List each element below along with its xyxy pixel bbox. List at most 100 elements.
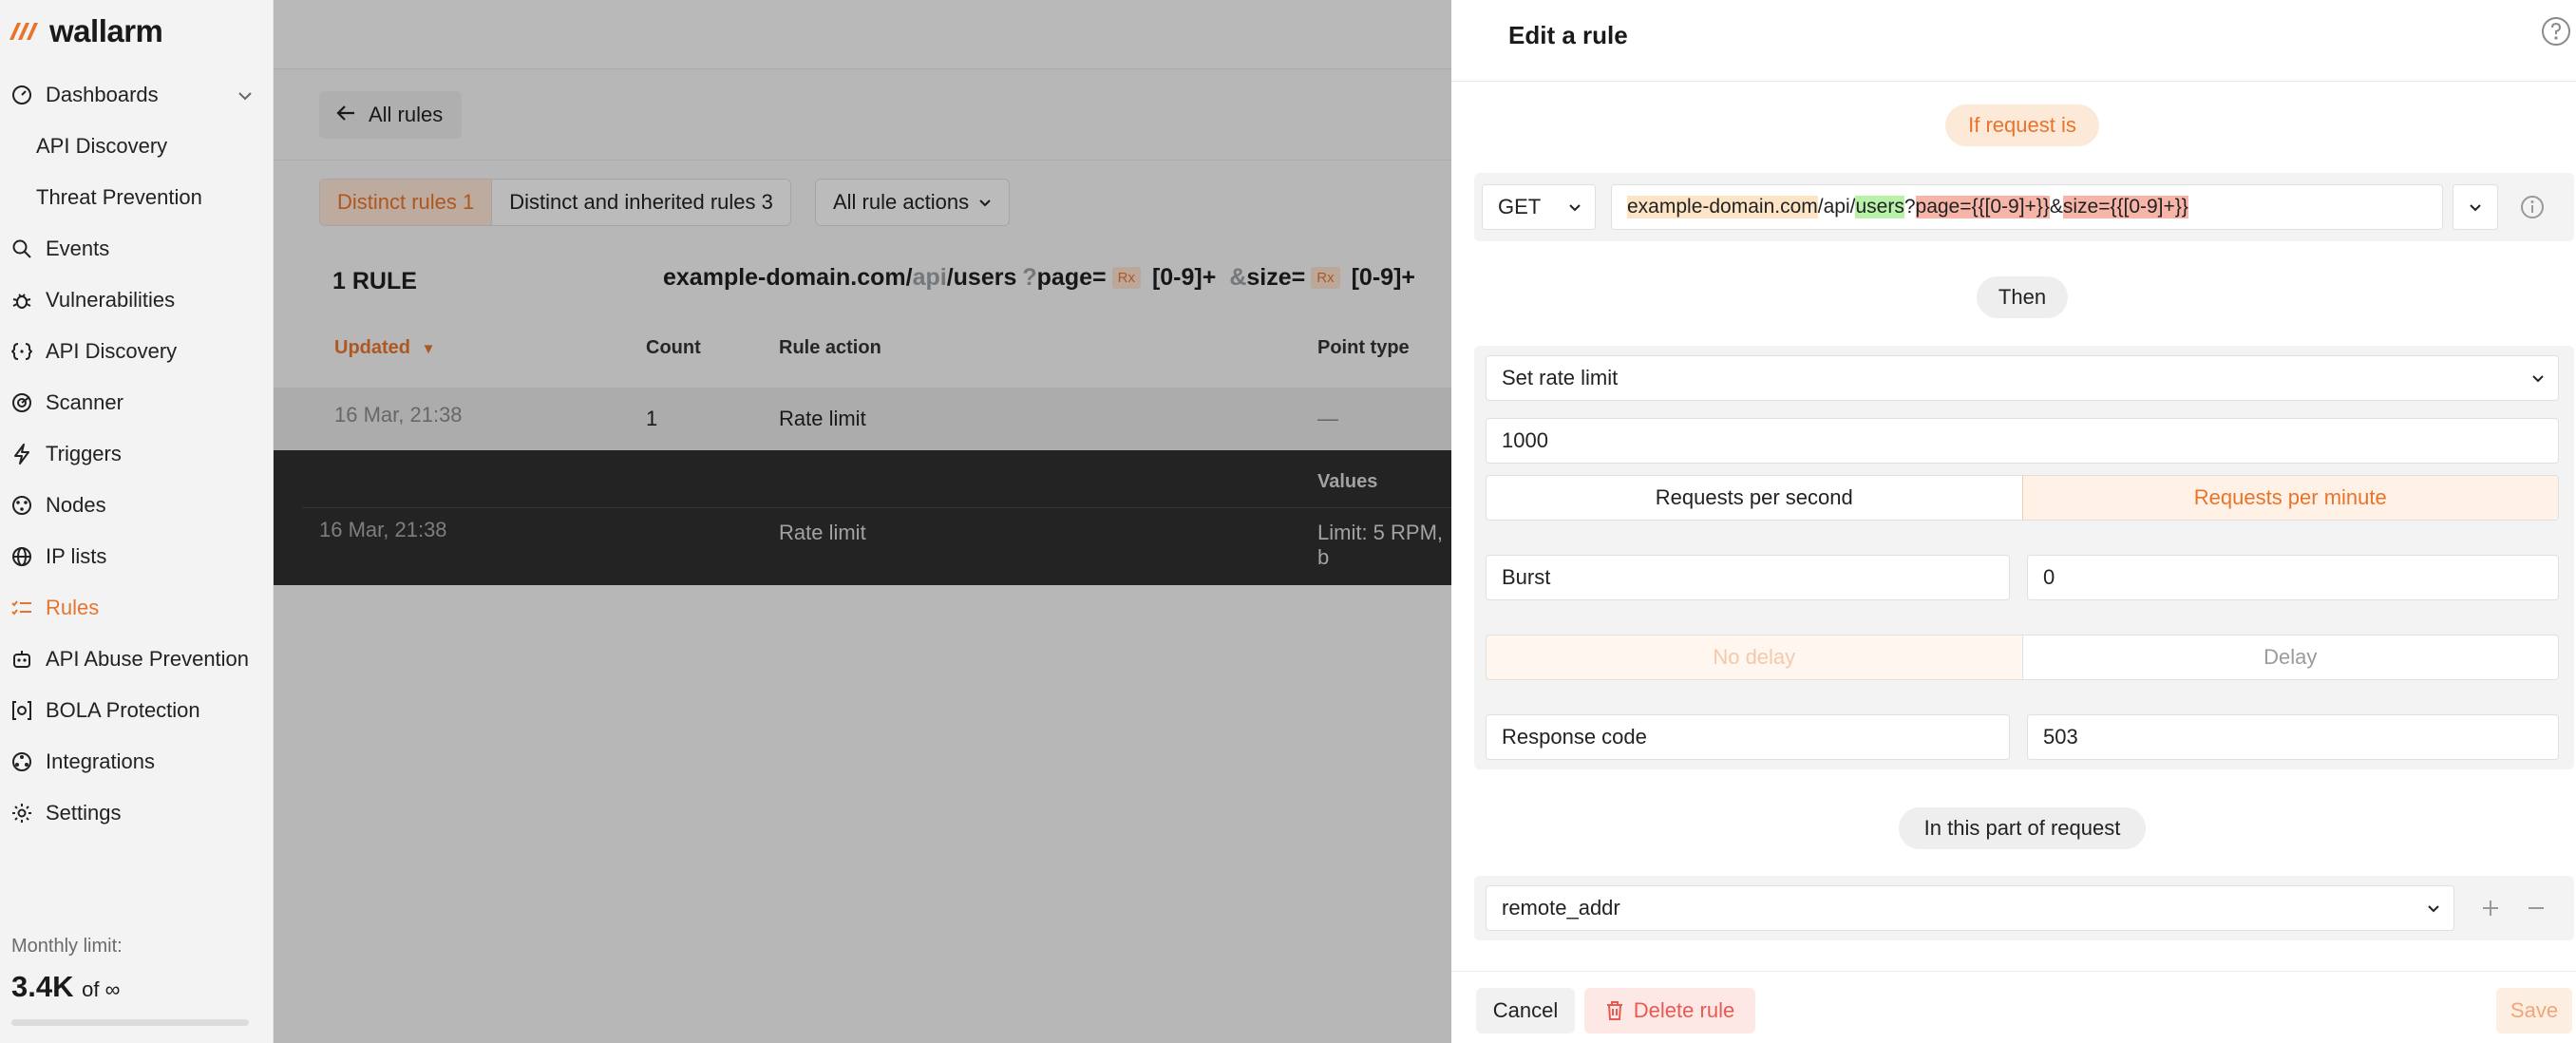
cancel-button[interactable]: Cancel xyxy=(1476,988,1575,1034)
rule-count: 1 RULE xyxy=(332,268,417,294)
sidebar-item-label: Vulnerabilities xyxy=(46,288,176,312)
url-amp: & xyxy=(2049,196,2063,218)
url-path: /api/ xyxy=(1817,196,1856,218)
point-value: remote_addr xyxy=(1502,896,1620,920)
integrations-icon xyxy=(9,749,34,774)
no-delay-option[interactable]: No delay xyxy=(1487,635,2022,679)
request-point-block: remote_addr xyxy=(1474,876,2574,940)
requests-per-second-option[interactable]: Requests per second xyxy=(1487,476,2022,520)
divider xyxy=(302,507,1451,508)
arrow-left-icon xyxy=(336,103,355,127)
delete-rule-button[interactable]: Delete rule xyxy=(1584,988,1755,1034)
sidebar-item-label: BOLA Protection xyxy=(46,698,200,722)
requests-per-minute-option[interactable]: Requests per minute xyxy=(2021,476,2558,520)
sidebar-item-integrations[interactable]: Integrations xyxy=(0,741,273,783)
monthly-limit-label: Monthly limit: xyxy=(11,936,123,957)
expanded-row-panel: Values 16 Mar, 21:38 Rate limit Limit: 5… xyxy=(274,450,1451,585)
sidebar-item-vulnerabilities[interactable]: Vulnerabilities xyxy=(0,279,273,321)
table-row[interactable]: 16 Mar, 21:38 1 Rate limit — xyxy=(274,388,1451,450)
top-bar xyxy=(274,0,1451,69)
sidebar-item-settings[interactable]: Settings xyxy=(0,792,273,834)
sidebar: wallarm Dashboards API Discovery Threat … xyxy=(0,0,274,1043)
sidebar-item-api-discovery-dashboard[interactable]: API Discovery xyxy=(0,125,309,167)
detail-rule-action: Rate limit xyxy=(779,521,866,544)
action-select[interactable]: Set rate limit xyxy=(1486,355,2559,401)
sidebar-item-dashboards[interactable]: Dashboards xyxy=(0,74,273,116)
response-code-label-field: Response code xyxy=(1486,714,2010,760)
sidebar-item-label: Rules xyxy=(46,596,100,619)
chevron-down-icon xyxy=(2427,896,2440,920)
sidebar-item-label: API Abuse Prevention xyxy=(46,647,250,671)
sidebar-item-api-abuse-prevention[interactable]: API Abuse Prevention xyxy=(0,638,273,680)
url-host: example-domain.com xyxy=(1627,196,1818,218)
if-request-is-label: If request is xyxy=(1945,104,2099,146)
sidebar-item-rules[interactable]: Rules xyxy=(0,587,273,629)
all-rule-actions-dropdown[interactable]: All rule actions xyxy=(815,179,1011,226)
column-point-type[interactable]: Point type xyxy=(1317,337,1410,359)
trash-icon xyxy=(1605,1000,1624,1021)
path-users: /users xyxy=(946,264,1017,291)
method-value: GET xyxy=(1498,195,1542,218)
sidebar-item-triggers[interactable]: Triggers xyxy=(0,433,273,475)
save-button[interactable]: Save xyxy=(2496,988,2572,1034)
rate-limit-value: 1000 xyxy=(1502,428,1548,452)
all-rules-back-button[interactable]: All rules xyxy=(319,91,463,139)
url-input[interactable]: example-domain.com /api/ users ? page={{… xyxy=(1611,184,2443,230)
url-question: ? xyxy=(1904,196,1916,218)
sidebar-item-bola-protection[interactable]: BOLA Protection xyxy=(0,690,273,731)
response-code-label: Response code xyxy=(1502,725,1647,749)
chevron-down-icon[interactable] xyxy=(237,85,254,110)
path-question: ? xyxy=(1022,264,1037,291)
delay-option[interactable]: Delay xyxy=(2021,635,2558,679)
main-content: All rules Distinct rules 1 Distinct and … xyxy=(274,0,1451,1043)
path-page: page= xyxy=(1036,264,1107,291)
rules-icon xyxy=(9,596,34,620)
url-users: users xyxy=(1855,196,1904,218)
detail-updated: 16 Mar, 21:38 xyxy=(319,518,447,541)
delay-toggle: No delay Delay xyxy=(1486,635,2559,680)
column-rule-action[interactable]: Rule action xyxy=(779,337,881,359)
rule-path: example-domain.com/ api /users ? page= R… xyxy=(663,264,1415,292)
row-count: 1 xyxy=(646,407,658,430)
radar-icon xyxy=(9,390,34,415)
path-amp: & xyxy=(1229,264,1247,291)
column-label: Updated xyxy=(334,337,410,358)
action-value: Set rate limit xyxy=(1502,366,1619,389)
url-options-dropdown[interactable] xyxy=(2453,184,2498,230)
remove-point-icon[interactable] xyxy=(2525,897,2548,924)
help-icon[interactable] xyxy=(2540,15,2572,52)
sidebar-item-threat-prevention[interactable]: Threat Prevention xyxy=(0,177,309,218)
wallarm-logo[interactable]: wallarm xyxy=(9,13,163,49)
braces-icon xyxy=(9,339,34,364)
response-code-value: 503 xyxy=(2043,725,2078,749)
burst-input[interactable]: 0 xyxy=(2027,555,2559,600)
sidebar-item-label: Settings xyxy=(46,801,122,825)
column-updated[interactable]: Updated ▼ xyxy=(334,337,435,359)
chevron-down-icon xyxy=(978,190,992,215)
point-select[interactable]: remote_addr xyxy=(1486,885,2454,931)
chevron-down-icon xyxy=(1568,195,1582,219)
sidebar-item-scanner[interactable]: Scanner xyxy=(0,382,273,424)
bola-icon xyxy=(9,698,34,723)
info-icon[interactable] xyxy=(2519,194,2546,225)
method-select[interactable]: GET xyxy=(1482,184,1596,230)
response-code-input[interactable]: 503 xyxy=(2027,714,2559,760)
row-updated: 16 Mar, 21:38 xyxy=(334,403,463,427)
drawer-title: Edit a rule xyxy=(1508,21,1628,49)
tab-distinct-rules[interactable]: Distinct rules 1 xyxy=(320,180,493,225)
tab-distinct-and-inherited[interactable]: Distinct and inherited rules 3 xyxy=(492,180,790,225)
rate-limit-input[interactable]: 1000 xyxy=(1486,418,2559,464)
sidebar-item-label: Dashboards xyxy=(46,83,159,106)
sidebar-item-ip-lists[interactable]: IP lists xyxy=(0,536,273,578)
sidebar-item-events[interactable]: Events xyxy=(0,228,273,270)
path-api: api xyxy=(912,264,947,291)
column-count[interactable]: Count xyxy=(646,337,701,359)
sidebar-item-nodes[interactable]: Nodes xyxy=(0,484,273,526)
add-point-icon[interactable] xyxy=(2479,897,2502,924)
rules-tabs: Distinct rules 1 Distinct and inherited … xyxy=(319,179,791,226)
regex-badge: Rx xyxy=(1311,267,1340,289)
bug-icon xyxy=(9,288,34,313)
gear-icon xyxy=(9,801,34,825)
delete-label: Delete rule xyxy=(1633,998,1735,1022)
sidebar-item-api-discovery[interactable]: API Discovery xyxy=(0,331,273,372)
